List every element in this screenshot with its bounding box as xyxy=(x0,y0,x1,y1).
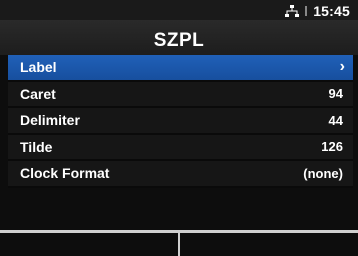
left-softkey[interactable] xyxy=(0,233,178,256)
menu-item-clock-format-value: (none) xyxy=(303,165,343,181)
menu-item-caret-text: Caret xyxy=(20,85,56,102)
menu-item-clock-format-text: Clock Format xyxy=(20,165,110,182)
page-title: SZPL xyxy=(153,29,205,51)
menu-item-label[interactable]: Label › xyxy=(8,55,353,82)
softkey-bar xyxy=(0,233,358,256)
menu-item-caret[interactable]: Caret 94 xyxy=(8,81,353,108)
menu-item-label-text: Label xyxy=(20,59,57,76)
menu-item-caret-value: 94 xyxy=(328,86,343,102)
title-bar: SZPL xyxy=(0,20,358,55)
menu-item-tilde-text: Tilde xyxy=(20,138,53,155)
menu-item-tilde-value: 126 xyxy=(321,139,343,155)
menu-list: Label › Caret 94 Delimiter 44 Tilde 126 … xyxy=(8,55,353,188)
menu-item-delimiter-text: Delimiter xyxy=(20,112,80,129)
menu-item-delimiter-value: 44 xyxy=(328,112,343,128)
menu-item-delimiter[interactable]: Delimiter 44 xyxy=(8,108,353,135)
status-indicators: 15:45 xyxy=(285,3,350,19)
status-bar: 15:45 xyxy=(0,0,358,20)
menu-item-tilde[interactable]: Tilde 126 xyxy=(8,134,353,161)
network-icon xyxy=(285,5,300,17)
signal-icon xyxy=(304,5,308,17)
menu-item-clock-format[interactable]: Clock Format (none) xyxy=(8,161,353,188)
status-time: 15:45 xyxy=(313,3,350,19)
right-softkey[interactable] xyxy=(180,233,358,256)
chevron-right-icon: › xyxy=(339,58,345,76)
